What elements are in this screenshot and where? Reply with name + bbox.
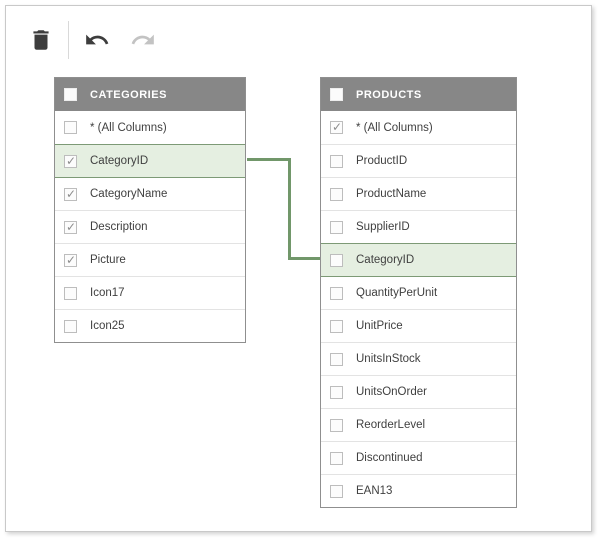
table-categories-header: CATEGORIES	[55, 78, 245, 111]
column-label-unitprice: UnitPrice	[356, 320, 403, 332]
column-label-unitsonorder: UnitsOnOrder	[356, 386, 427, 398]
column-label-icon17: Icon17	[90, 287, 125, 299]
column-row-all-columns[interactable]: * (All Columns)	[55, 111, 245, 144]
undo-button[interactable]	[82, 27, 112, 53]
column-checkbox-productid[interactable]	[330, 154, 343, 168]
redo-icon	[128, 27, 158, 53]
column-row-categoryid[interactable]: CategoryID	[55, 144, 245, 177]
column-label-all-columns: * (All Columns)	[90, 121, 167, 134]
column-checkbox-categoryname[interactable]	[64, 187, 77, 202]
toolbar-separator	[68, 21, 69, 59]
column-row-quantityperunit[interactable]: QuantityPerUnit	[321, 276, 516, 309]
delete-button[interactable]	[28, 26, 54, 54]
column-label-ean13: EAN13	[356, 485, 393, 497]
column-label-categoryid: CategoryID	[90, 155, 149, 167]
column-checkbox-reorderlevel[interactable]	[330, 418, 343, 432]
column-row-unitsinstock[interactable]: UnitsInStock	[321, 342, 516, 375]
column-checkbox-icon25[interactable]	[64, 319, 77, 333]
column-checkbox-categoryid[interactable]	[330, 253, 343, 267]
column-row-categoryid[interactable]: CategoryID	[321, 243, 516, 276]
table-categories: CATEGORIES * (All Columns) CategoryID Cate…	[54, 77, 246, 343]
column-label-all-columns: * (All Columns)	[356, 121, 433, 134]
column-label-icon25: Icon25	[90, 320, 125, 332]
column-checkbox-ean13[interactable]	[330, 484, 343, 498]
column-row-picture[interactable]: Picture	[55, 243, 245, 276]
column-checkbox-unitsonorder[interactable]	[330, 385, 343, 399]
undo-icon	[82, 27, 112, 53]
column-checkbox-productname[interactable]	[330, 187, 343, 201]
column-checkbox-discontinued[interactable]	[330, 451, 343, 465]
trash-icon	[28, 26, 54, 54]
column-checkbox-quantityperunit[interactable]	[330, 286, 343, 300]
column-label-productname: ProductName	[356, 188, 427, 200]
column-row-all-columns[interactable]: * (All Columns)	[321, 111, 516, 144]
column-row-categoryname[interactable]: CategoryName	[55, 177, 245, 210]
column-checkbox-description[interactable]	[64, 220, 77, 235]
table-products-rows: * (All Columns) ProductID ProductName Suppl…	[321, 111, 516, 507]
column-row-icon25[interactable]: Icon25	[55, 309, 245, 342]
column-checkbox-categoryid[interactable]	[64, 154, 77, 169]
column-row-supplierid[interactable]: SupplierID	[321, 210, 516, 243]
column-label-categoryid: CategoryID	[356, 254, 415, 266]
column-checkbox-unitsinstock[interactable]	[330, 352, 343, 366]
column-checkbox-all-columns[interactable]	[64, 121, 77, 134]
column-label-discontinued: Discontinued	[356, 452, 423, 464]
column-row-icon17[interactable]: Icon17	[55, 276, 245, 309]
column-label-productid: ProductID	[356, 155, 408, 167]
column-checkbox-picture[interactable]	[64, 253, 77, 268]
column-label-reorderlevel: ReorderLevel	[356, 419, 426, 431]
column-checkbox-all-columns[interactable]	[330, 120, 343, 135]
column-checkbox-unitprice[interactable]	[330, 319, 343, 333]
column-label-description: Description	[90, 221, 148, 233]
column-row-productid[interactable]: ProductID	[321, 144, 516, 177]
table-categories-title: CATEGORIES	[90, 88, 167, 101]
column-label-categoryname: CategoryName	[90, 188, 168, 200]
column-row-discontinued[interactable]: Discontinued	[321, 441, 516, 474]
column-row-unitprice[interactable]: UnitPrice	[321, 309, 516, 342]
column-label-quantityperunit: QuantityPerUnit	[356, 287, 438, 299]
redo-button-disabled[interactable]	[128, 27, 158, 53]
column-row-description[interactable]: Description	[55, 210, 245, 243]
column-row-productname[interactable]: ProductName	[321, 177, 516, 210]
toolbar	[28, 19, 158, 61]
column-label-supplierid: SupplierID	[356, 221, 410, 233]
table-products-header-checkbox[interactable]	[330, 88, 343, 101]
column-checkbox-supplierid[interactable]	[330, 220, 343, 234]
column-label-unitsinstock: UnitsInStock	[356, 353, 421, 365]
column-row-unitsonorder[interactable]: UnitsOnOrder	[321, 375, 516, 408]
table-products-title: PRODUCTS	[356, 88, 422, 101]
table-products: PRODUCTS * (All Columns) ProductID Product…	[320, 77, 517, 508]
column-row-ean13[interactable]: EAN13	[321, 474, 516, 507]
table-categories-rows: * (All Columns) CategoryID CategoryName Des…	[55, 111, 245, 342]
table-products-header: PRODUCTS	[321, 78, 516, 111]
column-checkbox-icon17[interactable]	[64, 286, 77, 300]
column-row-reorderlevel[interactable]: ReorderLevel	[321, 408, 516, 441]
query-builder-window: CATEGORIES * (All Columns) CategoryID Cate…	[5, 5, 592, 532]
column-label-picture: Picture	[90, 254, 126, 266]
table-categories-header-checkbox[interactable]	[64, 88, 77, 101]
